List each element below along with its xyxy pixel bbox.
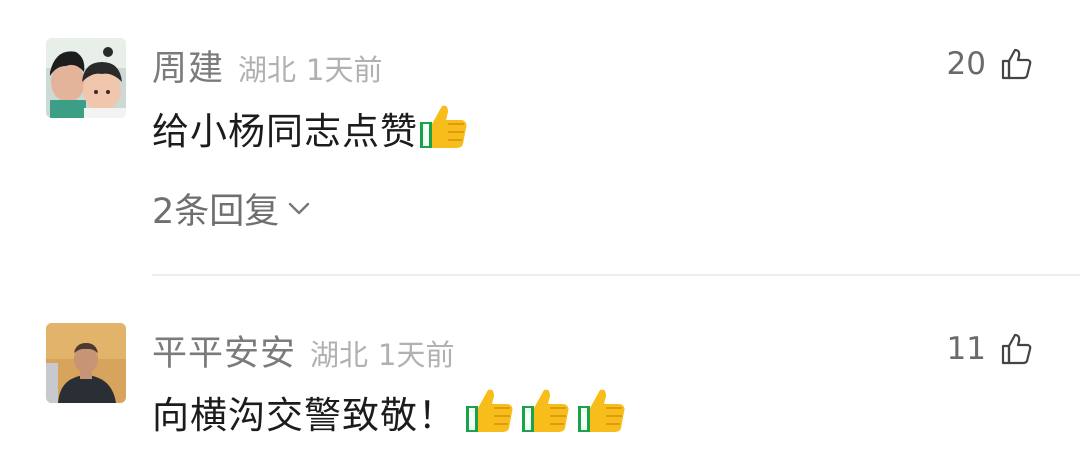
timestamp: 1天前 xyxy=(306,53,383,87)
like-count: 11 xyxy=(946,331,986,367)
comment-body: 向横沟交警致敬！ xyxy=(152,394,456,437)
view-replies-button[interactable]: 2条回复 xyxy=(152,184,313,232)
location: 湖北 xyxy=(238,53,297,87)
thumbs-up-emoji xyxy=(464,384,516,440)
replies-label: 2条回复 xyxy=(152,191,280,232)
comment-text: 向横沟交警致敬！ xyxy=(152,384,628,440)
comment-header: 平平安安 湖北 1天前 xyxy=(152,325,454,376)
like-count: 20 xyxy=(946,46,986,82)
thumb-up-outline-icon xyxy=(1001,333,1032,365)
location: 湖北 xyxy=(310,338,369,372)
chevron-down-icon xyxy=(289,202,310,215)
comment-body: 给小杨同志点赞 xyxy=(152,110,418,153)
thumbs-up-emoji xyxy=(520,384,572,440)
username[interactable]: 平平安安 xyxy=(152,325,296,376)
thumbs-up-emoji xyxy=(576,384,628,440)
username[interactable]: 周建 xyxy=(152,40,224,91)
like-button[interactable]: 20 xyxy=(947,40,1034,88)
avatar-photo-two-children-icon xyxy=(46,38,126,118)
timestamp: 1天前 xyxy=(378,338,455,372)
avatar-photo-man-icon xyxy=(46,323,126,403)
comment-meta: 湖北 1天前 xyxy=(310,332,454,374)
avatar[interactable] xyxy=(46,38,126,118)
thumb-up-outline-icon xyxy=(1001,48,1032,80)
like-button[interactable]: 11 xyxy=(947,325,1034,373)
comment-header: 周建 湖北 1天前 xyxy=(152,40,382,91)
avatar[interactable] xyxy=(46,323,126,403)
comment-text: 给小杨同志点赞 xyxy=(152,100,470,156)
comment-meta: 湖北 1天前 xyxy=(238,47,382,89)
divider xyxy=(152,274,1080,276)
thumbs-up-emoji xyxy=(418,100,470,156)
